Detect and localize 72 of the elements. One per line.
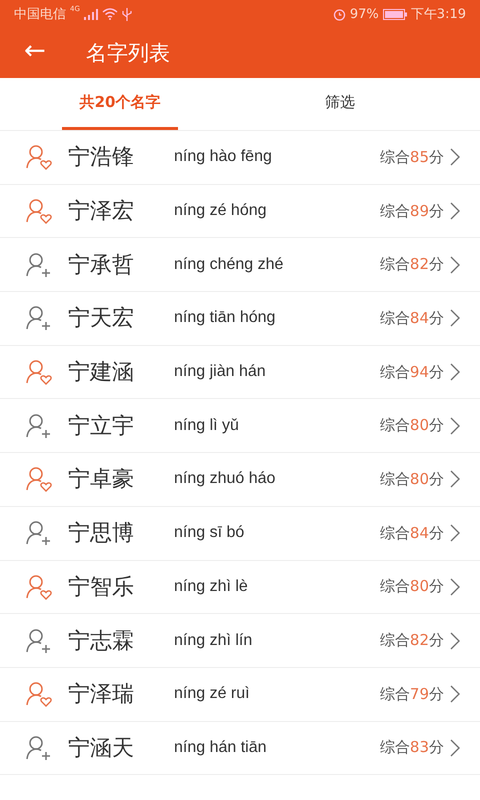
name-text: 宁泽宏 xyxy=(68,198,135,226)
pinyin-text: níng zhì lín xyxy=(174,632,254,650)
pinyin-text: níng hào fēng xyxy=(174,148,273,166)
name-row[interactable]: 宁天宏 níng tiān hóng 综合84分 xyxy=(0,292,480,346)
name-row[interactable]: 宁志霖 níng zhì lín 综合82分 xyxy=(0,614,480,668)
carrier-text: 中国电信 xyxy=(14,6,66,23)
battery-percent: 97% xyxy=(350,6,379,22)
name-row[interactable]: 宁承哲 níng chéng zhé 综合82分 xyxy=(0,238,480,292)
score-text: 综合89分 xyxy=(380,202,444,221)
name-text: 宁志霖 xyxy=(68,628,135,656)
chevron-icon xyxy=(450,524,460,542)
name-text: 宁承哲 xyxy=(68,252,135,280)
name-text: 宁卓豪 xyxy=(68,466,135,494)
name-row[interactable]: 宁卓豪 níng zhuó háo 综合80分 xyxy=(0,453,480,507)
name-row[interactable]: 宁智乐 níng zhì lè 综合80分 xyxy=(0,560,480,614)
pinyin-text: níng jiàn hán xyxy=(174,363,267,382)
name-row[interactable]: 宁建涵 níng jiàn hán 综合94分 xyxy=(0,346,480,400)
pinyin-text: níng zhì lè xyxy=(174,578,249,596)
wifi-icon xyxy=(102,8,118,20)
score-text: 综合82分 xyxy=(380,631,444,650)
signal-icon xyxy=(84,8,98,20)
pinyin-text: níng hán tiān xyxy=(174,738,268,757)
name-row[interactable]: 宁浩锋 níng hào fēng 综合85分 xyxy=(0,131,480,185)
name-row[interactable]: 宁涵天 níng hán tiān 综合83分 xyxy=(0,722,480,776)
name-row[interactable]: 宁立宇 níng lì yǔ 综合80分 xyxy=(0,399,480,454)
name-row[interactable]: 宁思博 níng sī bó 综合84分 xyxy=(0,506,480,560)
chevron-icon xyxy=(450,738,460,757)
back-button[interactable]: ← xyxy=(0,36,64,70)
chevron-icon xyxy=(450,632,460,650)
usb-icon xyxy=(122,8,132,20)
chevron-icon xyxy=(450,578,460,596)
score-text: 综合84分 xyxy=(380,308,444,328)
score-text: 综合94分 xyxy=(380,362,444,382)
pinyin-text: níng zhuó háo xyxy=(174,470,276,488)
name-row[interactable]: 宁泽宏 níng zé hóng 综合89分 xyxy=(0,184,480,238)
name-text: 宁智乐 xyxy=(68,574,135,602)
name-row[interactable]: 宁泽瑞 níng zé ruì 综合79分 xyxy=(0,668,480,722)
score-text: 综合80分 xyxy=(380,470,444,489)
clock-text: 下午3:19 xyxy=(410,6,466,23)
chevron-icon xyxy=(450,363,460,382)
pinyin-text: níng sī bó xyxy=(174,524,246,542)
score-text: 综合80分 xyxy=(380,577,444,596)
score-text: 综合85分 xyxy=(380,148,444,167)
tab[interactable]: 共20个名字 xyxy=(62,78,178,130)
name-text: 宁立宇 xyxy=(68,412,135,441)
battery-icon xyxy=(382,8,407,20)
name-text: 宁浩锋 xyxy=(68,144,135,172)
name-text: 宁天宏 xyxy=(68,305,135,334)
name-text: 宁涵天 xyxy=(68,734,135,763)
pinyin-text: níng zé ruì xyxy=(174,685,251,704)
pinyin-text: níng lì yǔ xyxy=(174,416,240,435)
name-text: 宁思博 xyxy=(68,520,135,548)
alarm-icon xyxy=(332,8,346,20)
chevron-icon xyxy=(450,309,460,328)
name-text: 宁泽瑞 xyxy=(68,681,135,710)
page-title: 名字列表 xyxy=(86,40,170,67)
pinyin-text: níng zé hóng xyxy=(174,202,268,220)
chevron-icon xyxy=(450,685,460,704)
pinyin-text: níng tiān hóng xyxy=(174,309,276,328)
tab[interactable]: 筛选 xyxy=(282,78,398,130)
score-text: 综合83分 xyxy=(380,738,444,758)
chevron-icon xyxy=(450,202,460,220)
chevron-icon xyxy=(450,416,460,435)
score-text: 综合84分 xyxy=(380,524,444,543)
chevron-icon xyxy=(450,256,460,274)
pinyin-text: níng chéng zhé xyxy=(174,256,284,274)
score-text: 综合80分 xyxy=(380,416,444,436)
name-text: 宁建涵 xyxy=(68,359,135,388)
score-text: 综合82分 xyxy=(380,255,444,274)
score-text: 综合79分 xyxy=(380,684,444,704)
chevron-icon xyxy=(450,470,460,488)
chevron-icon xyxy=(450,148,460,166)
